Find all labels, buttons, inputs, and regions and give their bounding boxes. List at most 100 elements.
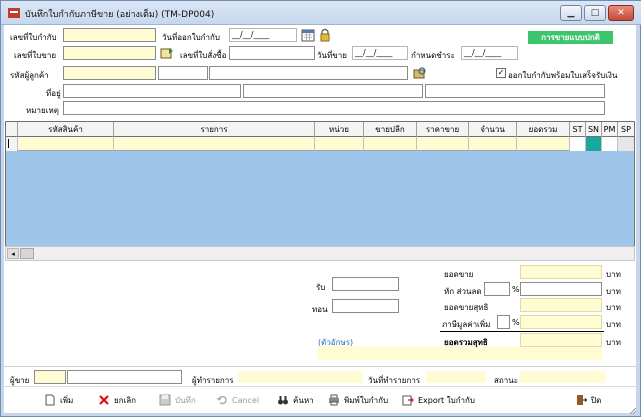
search-button[interactable]: ค้นหา: [277, 392, 314, 408]
discount-percent-field[interactable]: [484, 282, 510, 296]
exit-door-icon: [577, 395, 587, 405]
record-date-value: [426, 371, 486, 383]
order-no-label: เลขที่ใบสั่งซื้อ: [180, 51, 227, 60]
cancel-document-button[interactable]: ยกเลิก: [98, 392, 136, 408]
col-sp[interactable]: SP: [618, 122, 634, 137]
col-retail[interactable]: ขายปลีก: [364, 122, 417, 137]
change-field[interactable]: [332, 299, 399, 313]
due-date-field[interactable]: __/__/____: [461, 46, 518, 60]
vat-percent-field[interactable]: [497, 315, 510, 329]
items-grid[interactable]: รหัสสินค้า รายการ หน่วย ขายปลีก ราคาขาย …: [5, 121, 635, 260]
cell-retail[interactable]: [364, 137, 417, 151]
col-qty[interactable]: จำนวน: [469, 122, 517, 137]
status-value: [520, 371, 605, 383]
export-invoice-button[interactable]: Export ใบกำกับ: [402, 392, 475, 408]
discount-amount-field[interactable]: [520, 282, 602, 296]
address-label: ที่อยู่: [46, 89, 61, 98]
seller-name-field[interactable]: [67, 370, 182, 384]
table-row[interactable]: [6, 137, 634, 151]
action-toolbar: เพิ่ม ยกเลิก บันทึก Cancel ค้นหา พิมพ์ใบ…: [4, 386, 636, 412]
total-divider: [440, 331, 604, 332]
minimize-button[interactable]: ▁: [560, 5, 582, 21]
receipt-checkbox[interactable]: ✓: [496, 68, 506, 78]
cell-st[interactable]: [570, 137, 586, 151]
cell-description[interactable]: [114, 137, 315, 151]
binoculars-icon: [278, 396, 288, 405]
col-product-code[interactable]: รหัสสินค้า: [18, 122, 114, 137]
baht-label-1: บาท: [606, 270, 621, 279]
grid-header: รหัสสินค้า รายการ หน่วย ขายปลีก ราคาขาย …: [6, 122, 634, 137]
cell-price[interactable]: [417, 137, 469, 151]
save-button[interactable]: บันทึก: [159, 392, 196, 408]
recorder-value: [238, 371, 363, 383]
cell-product-code[interactable]: [18, 137, 114, 151]
lookup-icon[interactable]: [160, 46, 174, 60]
address-line1-field[interactable]: [63, 84, 241, 98]
customer-lookup-icon[interactable]: [413, 66, 427, 80]
sale-no-field[interactable]: [63, 46, 156, 60]
address-line3-field[interactable]: [425, 84, 605, 98]
export-icon: [402, 395, 414, 406]
address-line2-field[interactable]: [243, 84, 423, 98]
baht-label-2: บาท: [606, 287, 621, 296]
baht-label-3: บาท: [606, 303, 621, 312]
app-icon: [8, 8, 20, 18]
undo-icon: [216, 395, 227, 405]
new-document-icon: [45, 394, 55, 406]
col-st[interactable]: ST: [570, 122, 586, 137]
sale-date-field[interactable]: __/__/____: [352, 46, 408, 60]
resize-grip[interactable]: [627, 405, 637, 415]
customer-label: รหัสผู้ลูกค้า: [10, 71, 49, 80]
printer-icon: [329, 394, 339, 406]
change-label: ทอน: [312, 305, 328, 314]
customer-name-field[interactable]: [209, 66, 408, 80]
col-unit[interactable]: หน่วย: [315, 122, 364, 137]
baht-label-4: บาท: [606, 320, 621, 329]
close-window-button[interactable]: ✕: [608, 5, 634, 21]
sale-date-label: วันที่ขาย: [317, 51, 347, 60]
print-invoice-button[interactable]: พิมพ์ใบกำกับ: [328, 392, 388, 408]
cell-pm[interactable]: [602, 137, 618, 151]
customer-code-field[interactable]: [63, 66, 156, 80]
scroll-left-icon[interactable]: ◂: [7, 248, 19, 259]
order-no-field[interactable]: [229, 46, 315, 60]
save-disk-icon: [159, 394, 171, 406]
col-price[interactable]: ราคาขาย: [417, 122, 469, 137]
close-button[interactable]: ปิด: [575, 392, 601, 408]
col-total[interactable]: ยอดรวม: [517, 122, 570, 137]
calendar-icon[interactable]: [301, 28, 315, 42]
customer-branch-field[interactable]: [158, 66, 208, 80]
col-sn[interactable]: SN: [586, 122, 602, 137]
receive-label: รับ: [316, 283, 326, 292]
red-x-icon: [99, 395, 109, 405]
note-label: หมายเหตุ: [26, 106, 59, 115]
scroll-thumb[interactable]: [20, 248, 34, 259]
row-selector[interactable]: [6, 137, 18, 151]
maximize-button[interactable]: □: [584, 5, 606, 21]
note-field[interactable]: [63, 101, 605, 115]
col-pm[interactable]: PM: [602, 122, 618, 137]
cell-unit[interactable]: [315, 137, 364, 151]
cell-sp[interactable]: [618, 137, 634, 151]
lock-icon[interactable]: [318, 28, 332, 42]
window-title: บันทึกใบกำกับภาษีขาย (อย่างเต็ม) (TM-DP0…: [25, 10, 215, 20]
vat-label: ภาษีมูลค่าเพิ่ม: [442, 320, 491, 329]
invoice-no-field[interactable]: [63, 28, 156, 42]
vat-amount-field: [520, 315, 602, 329]
grid-horizontal-scrollbar[interactable]: ◂: [5, 246, 635, 261]
invoice-no-label: เลขที่ใบกำกับ: [10, 33, 57, 42]
invoice-date-field[interactable]: __/__/____: [229, 28, 297, 42]
net-total-field: [520, 333, 602, 347]
add-button[interactable]: เพิ่ม: [44, 392, 73, 408]
cell-qty[interactable]: [469, 137, 517, 151]
receive-field[interactable]: [332, 277, 399, 291]
net-sales-label: ยอดขายสุทธิ: [444, 303, 489, 312]
vat-percent-sign: %: [512, 318, 520, 327]
receipt-checkbox-label: ออกใบกำกับพร้อมใบเสร็จรับเงิน: [508, 71, 618, 80]
cell-total[interactable]: [517, 137, 570, 151]
seller-code-field[interactable]: [34, 370, 66, 384]
cell-sn[interactable]: [586, 137, 602, 151]
cancel-button[interactable]: Cancel: [216, 392, 259, 408]
col-description[interactable]: รายการ: [114, 122, 315, 137]
sale-no-label: เลขที่ใบขาย: [14, 51, 57, 60]
